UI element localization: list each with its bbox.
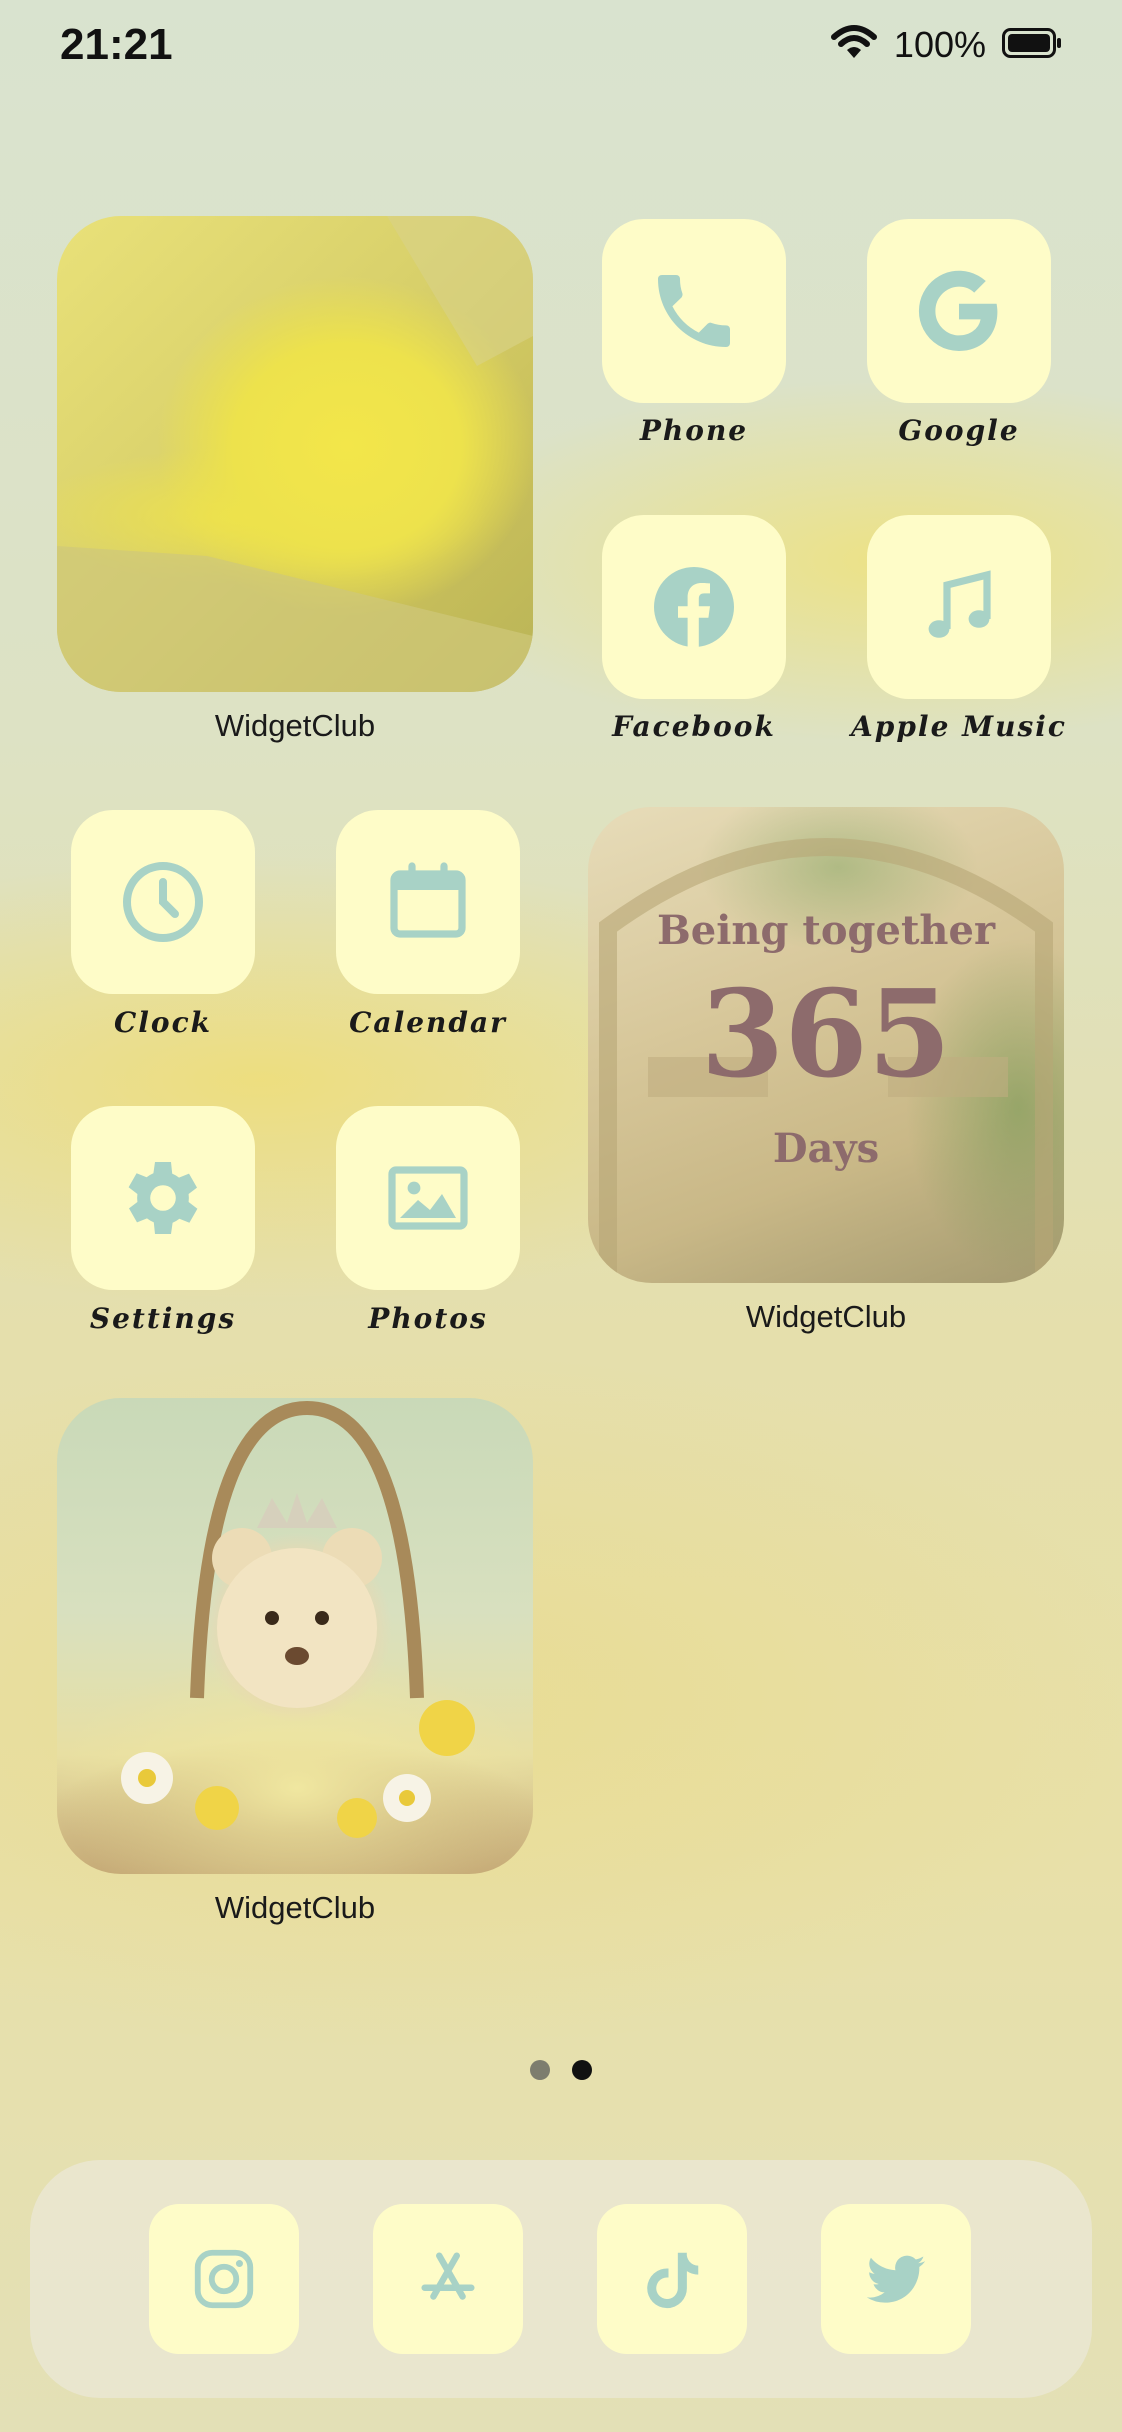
app-google-label: Google bbox=[898, 414, 1020, 447]
battery-percent: 100% bbox=[893, 24, 986, 65]
app-google[interactable] bbox=[867, 219, 1051, 403]
app-phone-label: Phone bbox=[639, 414, 749, 447]
instagram-icon bbox=[194, 2249, 254, 2309]
app-settings-label: Settings bbox=[89, 1302, 237, 1335]
page-dot-2-current[interactable] bbox=[572, 2060, 592, 2080]
dock bbox=[30, 2160, 1092, 2398]
app-settings[interactable] bbox=[71, 1106, 255, 1290]
app-facebook[interactable] bbox=[602, 515, 786, 699]
together-line1: Being together bbox=[656, 907, 996, 954]
app-apple-music-label: Apple Music bbox=[851, 710, 1067, 743]
together-number: 365 bbox=[700, 964, 952, 1105]
gear-icon bbox=[128, 1162, 198, 1234]
app-photos[interactable] bbox=[336, 1106, 520, 1290]
app-clock[interactable] bbox=[71, 810, 255, 994]
widget-bear-label: WidgetClub bbox=[214, 1890, 376, 1925]
tiktok-icon bbox=[647, 2252, 699, 2309]
app-calendar-label: Calendar bbox=[349, 1006, 507, 1039]
app-phone[interactable] bbox=[602, 219, 786, 403]
status-time: 21:21 bbox=[60, 20, 173, 69]
page-dot-1[interactable] bbox=[530, 2060, 550, 2080]
app-clock-label: Clock bbox=[113, 1006, 213, 1039]
widget-cat-photo[interactable] bbox=[57, 216, 533, 692]
app-store-icon bbox=[421, 2252, 475, 2300]
app-photos-label: Photos bbox=[368, 1302, 488, 1335]
wifi-icon bbox=[830, 24, 878, 66]
widget-cat-label: WidgetClub bbox=[214, 708, 376, 743]
widget-days-counter[interactable]: Being together 365 Days bbox=[588, 807, 1064, 1283]
facebook-icon bbox=[654, 567, 734, 647]
phone-icon bbox=[658, 275, 730, 347]
app-apple-music[interactable] bbox=[867, 515, 1051, 699]
cat-image bbox=[57, 216, 533, 692]
clock-icon bbox=[123, 862, 203, 942]
dock-app-tiktok[interactable] bbox=[597, 2204, 747, 2354]
bear-image bbox=[121, 1400, 475, 1838]
status-right: 100% bbox=[830, 24, 1062, 66]
widget-bear-photo[interactable] bbox=[57, 1398, 533, 1874]
app-facebook-label: Facebook bbox=[612, 710, 776, 743]
photo-icon bbox=[388, 1166, 468, 1230]
dock-app-instagram[interactable] bbox=[149, 2204, 299, 2354]
twitter-icon bbox=[866, 2255, 926, 2303]
together-line2: Days bbox=[772, 1125, 880, 1172]
widget-days-label: WidgetClub bbox=[745, 1299, 907, 1334]
calendar-icon bbox=[390, 862, 466, 938]
dock-app-twitter[interactable] bbox=[821, 2204, 971, 2354]
dock-app-store[interactable] bbox=[373, 2204, 523, 2354]
music-note-icon bbox=[928, 570, 991, 638]
battery-icon bbox=[1002, 27, 1062, 63]
google-icon bbox=[918, 270, 998, 352]
app-calendar[interactable] bbox=[336, 810, 520, 994]
